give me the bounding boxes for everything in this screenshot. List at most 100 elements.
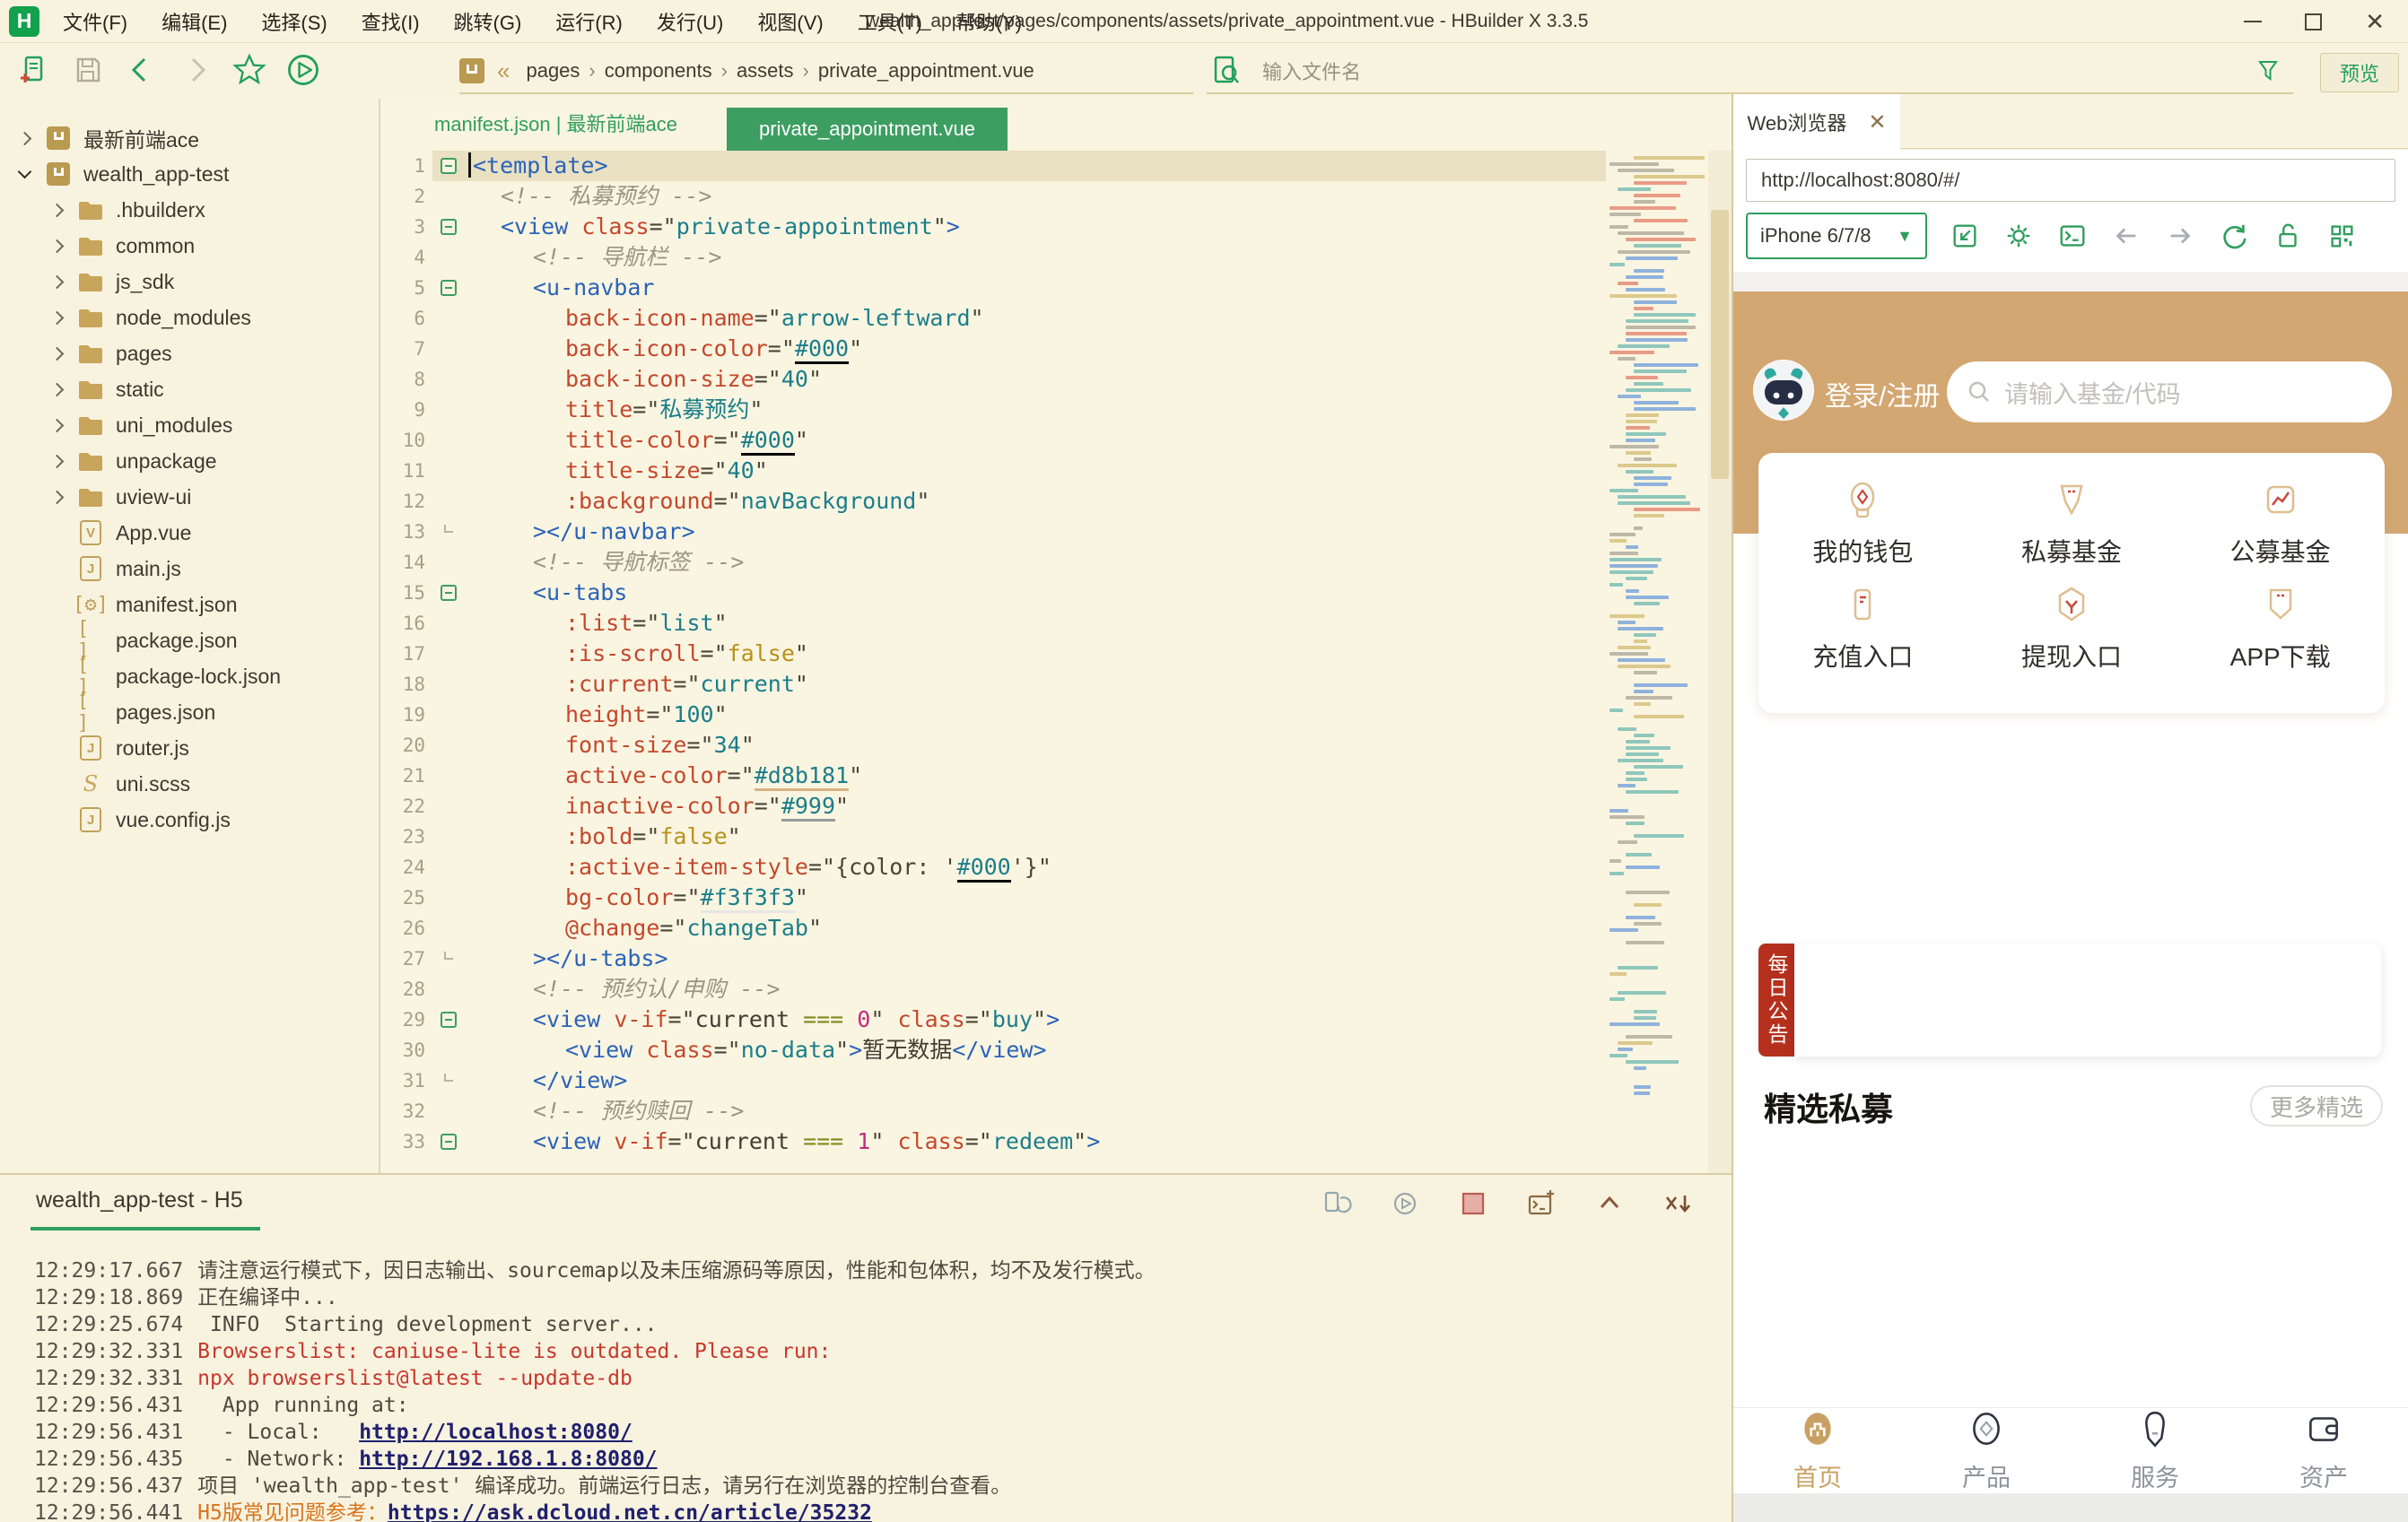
editor-scrollbar-thumb[interactable]	[1711, 210, 1729, 479]
code-line-3[interactable]: 3 <view class="private-appointment">	[382, 212, 1606, 242]
tree-item-App.vue[interactable]: V App.vue	[0, 515, 379, 551]
code-line-16[interactable]: 16:list="list"	[382, 608, 1606, 639]
tree-item-pages[interactable]: pages	[0, 335, 379, 371]
chevron-down-icon[interactable]	[17, 164, 32, 179]
breadcrumb-collapse-icon[interactable]: «	[497, 57, 510, 85]
editor-tab-inactive[interactable]: manifest.json | 最新前端ace	[434, 99, 677, 151]
code-line-23[interactable]: 23:bold="false"	[382, 822, 1606, 852]
tree-item-uni_modules[interactable]: uni_modules	[0, 407, 379, 443]
url-input[interactable]: http://localhost:8080/#/	[1746, 159, 2395, 202]
chevron-right-icon[interactable]	[49, 454, 65, 468]
breadcrumb-item[interactable]: assets	[737, 59, 794, 83]
log-link[interactable]: http://localhost:8080/	[359, 1421, 633, 1444]
code-line-30[interactable]: 30 <view class="no-data">暂无数据</view>	[382, 1035, 1606, 1065]
breadcrumb-item[interactable]: components	[605, 59, 712, 83]
chevron-right-icon[interactable]	[17, 131, 32, 145]
filter-funnel-icon[interactable]	[2248, 50, 2288, 91]
code-line-29[interactable]: 29 <view v-if="current === 0" class="buy"…	[382, 1005, 1606, 1035]
code-line-19[interactable]: 19 height="100"	[382, 700, 1606, 730]
close-icon[interactable]: ✕	[2365, 10, 2385, 33]
more-button[interactable]: 更多精选	[2249, 1085, 2383, 1126]
code-line-9[interactable]: 9 title="私募预约"	[382, 395, 1606, 425]
bookmark-star-icon[interactable]	[230, 49, 269, 91]
menu-item-0[interactable]: 文件(F)	[63, 7, 127, 36]
code-line-24[interactable]: 24:active-item-style="{color: '#000'}"	[382, 852, 1606, 883]
quick-entry-public-fund[interactable]: 公募基金	[2176, 478, 2385, 569]
tree-item-uni.scss[interactable]: Suni.scss	[0, 766, 379, 802]
code-line-22[interactable]: 22 inactive-color="#999"	[382, 791, 1606, 822]
console-tab[interactable]: wealth_app-test - H5	[36, 1187, 243, 1213]
nav-home[interactable]: 首页	[1733, 1408, 1902, 1493]
code-line-20[interactable]: 20 font-size="34"	[382, 730, 1606, 761]
quick-entry-private-fund[interactable]: 私募基金	[1967, 478, 2177, 569]
menu-item-6[interactable]: 发行(U)	[657, 7, 724, 36]
log-link[interactable]: https://ask.dcloud.net.cn/article/35232	[388, 1501, 872, 1522]
code-line-17[interactable]: 17:is-scroll="false"	[382, 639, 1606, 669]
code-line-12[interactable]: 12:background="navBackground"	[382, 486, 1606, 517]
code-area[interactable]: 1 <template> 2 <!-- 私募预约 --> 3 <view class="p…	[382, 151, 1606, 1173]
menu-item-7[interactable]: 视图(V)	[757, 7, 823, 36]
forward-icon[interactable]	[176, 49, 215, 91]
menu-item-5[interactable]: 运行(R)	[555, 7, 623, 36]
chevron-right-icon[interactable]	[49, 239, 65, 253]
preview-button[interactable]: 预览	[2320, 53, 2399, 92]
chevron-right-icon[interactable]	[49, 490, 65, 504]
code-line-4[interactable]: 4 <!-- 导航栏 -->	[382, 242, 1606, 273]
browser-tab[interactable]: Web浏览器 ✕	[1733, 94, 1900, 150]
code-line-13[interactable]: 13 ></u-navbar>	[382, 517, 1606, 547]
code-line-2[interactable]: 2 <!-- 私募预约 -->	[382, 181, 1606, 212]
chevron-right-icon[interactable]	[49, 382, 65, 396]
terminal-icon[interactable]	[2056, 220, 2089, 252]
quick-entry-app-download[interactable]: APP下载	[2176, 583, 2385, 674]
quick-entry-withdraw[interactable]: 提现入口	[1967, 583, 2177, 674]
daily-notice[interactable]: 每日公告	[1758, 944, 2381, 1057]
menu-item-2[interactable]: 选择(S)	[261, 7, 327, 36]
avatar[interactable]	[1753, 360, 1814, 421]
new-file-icon[interactable]	[14, 49, 54, 91]
code-line-27[interactable]: 27 ></u-tabs>	[382, 944, 1606, 974]
tree-item-.hbuilderx[interactable]: .hbuilderx	[0, 192, 379, 228]
menu-item-1[interactable]: 编辑(E)	[161, 7, 227, 36]
chevron-right-icon[interactable]	[49, 346, 65, 361]
refresh-icon[interactable]	[2218, 220, 2250, 252]
reload-page-icon[interactable]	[1321, 1187, 1353, 1220]
code-line-25[interactable]: 25 bg-color="#f3f3f3"	[382, 883, 1606, 913]
tree-item-static[interactable]: static	[0, 371, 379, 407]
editor-tab-active[interactable]: private_appointment.vue	[727, 108, 1008, 151]
tree-item-最新前端ace[interactable]: 最新前端ace	[0, 120, 379, 156]
tree-item-main.js[interactable]: Jmain.js	[0, 551, 379, 587]
code-line-31[interactable]: 31 </view>	[382, 1065, 1606, 1096]
code-line-32[interactable]: 32 <!-- 预约赎回 -->	[382, 1096, 1606, 1126]
code-line-14[interactable]: 14 <!-- 导航标签 -->	[382, 547, 1606, 578]
tree-item-vue.config.js[interactable]: Jvue.config.js	[0, 802, 379, 838]
tree-item-js_sdk[interactable]: js_sdk	[0, 264, 379, 300]
nav-forward-icon[interactable]	[2164, 220, 2196, 252]
code-line-11[interactable]: 11 title-size="40"	[382, 456, 1606, 486]
login-register-link[interactable]: 登录/注册	[1825, 374, 1940, 413]
code-line-8[interactable]: 8 back-icon-size="40"	[382, 364, 1606, 395]
menu-item-4[interactable]: 跳转(G)	[454, 7, 522, 36]
chevron-right-icon[interactable]	[49, 418, 65, 432]
breadcrumb-item[interactable]: pages	[526, 59, 580, 83]
file-search-bar[interactable]: 输入文件名	[1207, 49, 2293, 94]
run-icon[interactable]	[284, 49, 323, 91]
tree-item-node_modules[interactable]: node_modules	[0, 300, 379, 335]
stop-icon[interactable]	[1457, 1187, 1489, 1220]
menu-item-3[interactable]: 查找(I)	[362, 7, 420, 36]
nav-assets[interactable]: 资产	[2239, 1408, 2408, 1493]
minimize-icon[interactable]	[2244, 21, 2263, 22]
minimap[interactable]	[1606, 156, 1705, 1166]
back-icon[interactable]	[122, 49, 161, 91]
nav-product[interactable]: 产品	[1902, 1408, 2071, 1493]
code-line-7[interactable]: 7 back-icon-color="#000"	[382, 334, 1606, 364]
resize-viewport-icon[interactable]	[1949, 220, 1981, 252]
nav-back-icon[interactable]	[2110, 220, 2142, 252]
log-link[interactable]: http://192.168.1.8:8080/	[359, 1448, 657, 1471]
tree-item-common[interactable]: common	[0, 228, 379, 264]
qr-grid-icon[interactable]	[2325, 220, 2358, 252]
editor-scrollbar[interactable]	[1708, 151, 1732, 1173]
tree-item-unpackage[interactable]: unpackage	[0, 443, 379, 479]
tree-item-pages.json[interactable]: [ ] pages.json	[0, 690, 379, 735]
chevron-right-icon[interactable]	[49, 310, 65, 325]
code-line-28[interactable]: 28 <!-- 预约认/申购 -->	[382, 974, 1606, 1005]
